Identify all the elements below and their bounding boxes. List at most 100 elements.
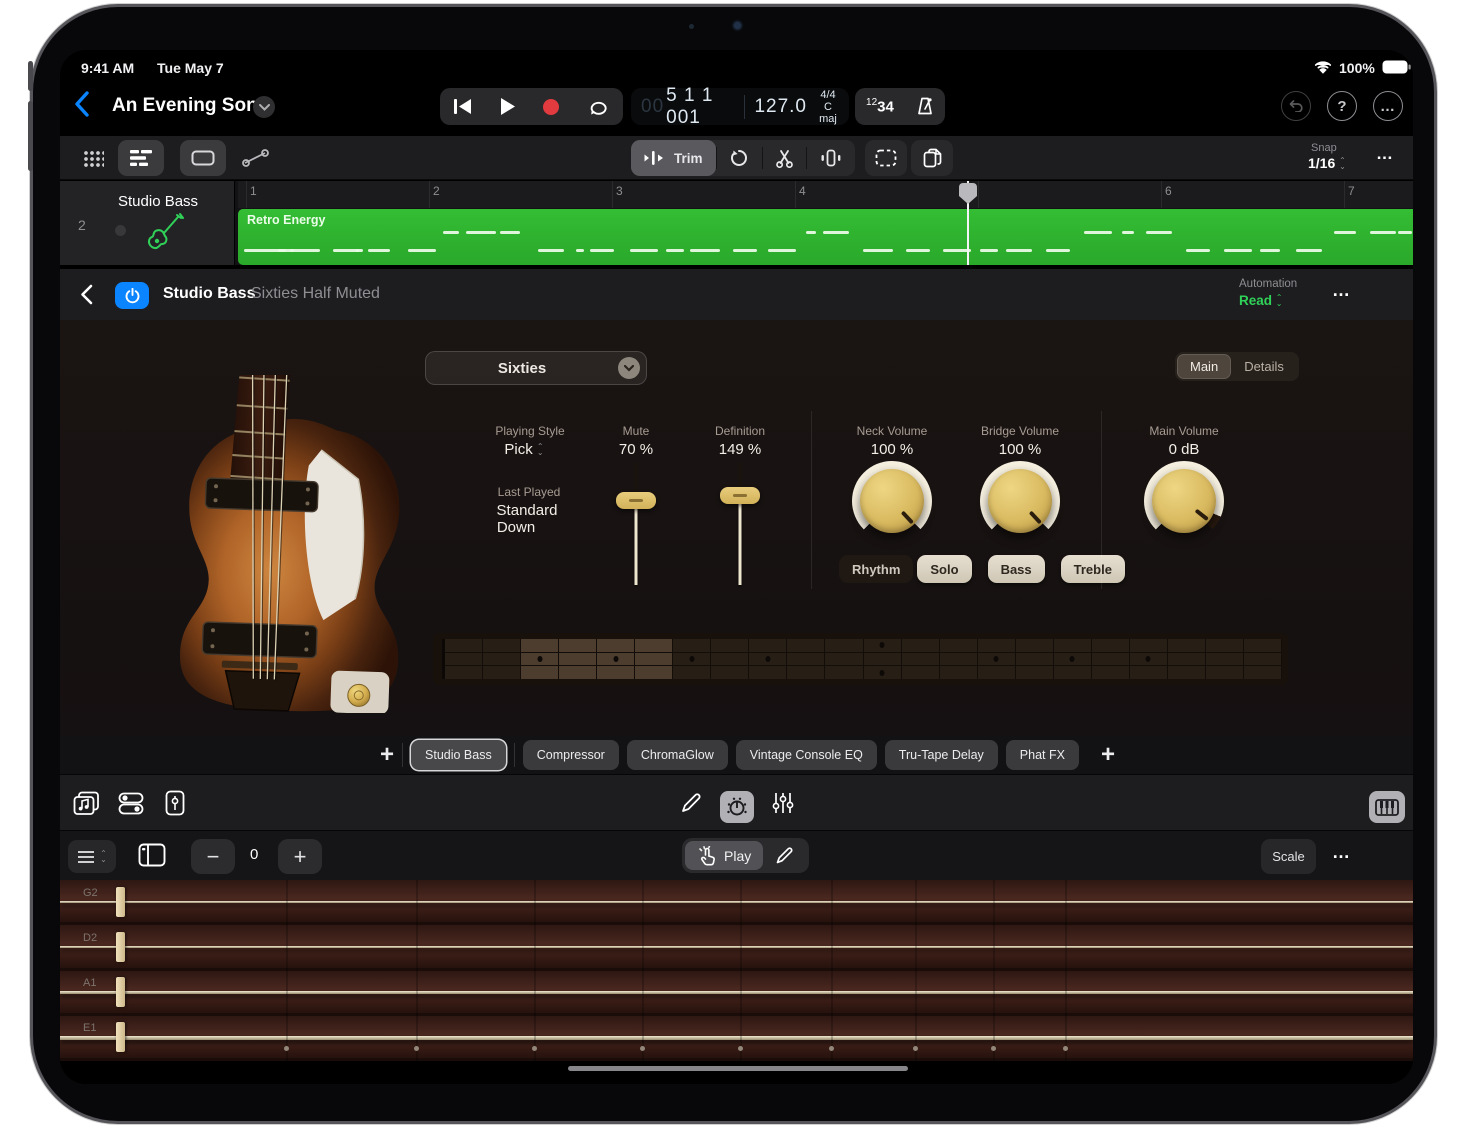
toolbar-more-button[interactable]: …	[1376, 144, 1395, 164]
plugin-chain-row: + Studio Bass Compressor ChromaGlow Vintage…	[60, 736, 1413, 774]
string-d2[interactable]	[60, 945, 1413, 949]
string-e1[interactable]	[60, 1036, 1413, 1041]
smart-controls-button[interactable]	[720, 791, 754, 823]
plugin-chain-compressor[interactable]: Compressor	[522, 740, 619, 770]
song-menu-chevron[interactable]	[253, 96, 275, 118]
region-tool-button[interactable]	[180, 140, 226, 176]
automation-button[interactable]	[232, 140, 280, 176]
main-volume-label: Main Volume	[1149, 424, 1219, 438]
lower-toolbar	[60, 774, 1413, 830]
edit-notes-button[interactable]	[763, 841, 806, 870]
mixer-button[interactable]	[118, 792, 144, 815]
automation-label: Automation	[1239, 278, 1298, 290]
automation-mode-selector[interactable]: Read ⌃ ⌄	[1239, 293, 1282, 308]
mini-fret-6	[635, 639, 674, 680]
lcd-display[interactable]: 00 5 1 1 001 127.0 4/4 C maj	[631, 85, 849, 128]
mini-fret-4	[559, 639, 598, 680]
string-a1[interactable]	[60, 991, 1413, 995]
mute-slider[interactable]	[616, 463, 656, 585]
neck-volume-value: 100 %	[870, 441, 914, 458]
mini-fret-21	[1205, 639, 1244, 680]
ruler-number: 4	[799, 184, 806, 198]
plugin-chain-vintage-console-eq[interactable]: Vintage Console EQ	[735, 740, 877, 770]
copy-button[interactable]	[911, 140, 953, 176]
plugin-more-button[interactable]: …	[1332, 280, 1352, 301]
plugin-preset-name[interactable]: Sixties Half Muted	[251, 285, 380, 303]
record-button[interactable]	[543, 98, 560, 115]
grid-icon	[82, 149, 104, 167]
neck-volume-knob[interactable]	[852, 461, 932, 541]
octave-up-button[interactable]: +	[278, 839, 322, 874]
channel-strip-button[interactable]	[772, 792, 794, 814]
browser-grid-button[interactable]	[72, 140, 114, 176]
metronome-icon[interactable]	[916, 97, 934, 116]
snap-value[interactable]: 1/16 ⌃ ⌄	[1308, 155, 1346, 171]
playing-style-selector[interactable]: Pick ⌃ ⌄	[504, 441, 543, 458]
ruler[interactable]: 1 2 3 4 6 7	[238, 181, 1413, 208]
loop-mode-button[interactable]	[716, 140, 762, 176]
home-indicator[interactable]	[568, 1066, 908, 1071]
preset-dropdown[interactable]: Sixties	[425, 351, 647, 385]
split-mode-button[interactable]	[763, 140, 806, 176]
pickup-button-bass[interactable]: Bass	[987, 555, 1045, 583]
play-button[interactable]	[500, 98, 515, 115]
ruler-number: 1	[250, 184, 257, 198]
front-camera	[734, 22, 741, 29]
octave-down-button[interactable]: −	[191, 839, 235, 874]
date: Tue May 7	[157, 60, 224, 76]
go-to-beginning-button[interactable]	[454, 99, 472, 114]
volume-down-button[interactable]	[28, 101, 33, 171]
track-status-dot[interactable]	[115, 225, 126, 236]
back-chevron-button[interactable]	[74, 91, 90, 117]
trim-mode-button[interactable]: Trim	[631, 140, 716, 176]
edit-mode-segments: Trim	[631, 140, 855, 176]
tab-main[interactable]: Main	[1177, 354, 1232, 379]
fret-marker-dot	[284, 1046, 289, 1051]
lcd-position-prefix: 00	[641, 95, 665, 117]
undo-button[interactable]	[1281, 91, 1311, 121]
sidebar-toggle-button[interactable]	[138, 843, 166, 867]
plugin-chain-studio-bass[interactable]: Studio Bass	[411, 740, 506, 770]
track-header[interactable]: 2 Studio Bass	[60, 181, 235, 265]
marquee-select-button[interactable]	[865, 140, 907, 176]
pickup-button-rhythm[interactable]: Rhythm	[839, 555, 914, 583]
play-mode-button[interactable]: Play	[685, 841, 764, 870]
add-plugin-button-left[interactable]: +	[380, 741, 394, 769]
mute-value: 70 %	[618, 441, 654, 458]
pickup-button-solo[interactable]: Solo	[917, 555, 972, 583]
more-options-button[interactable]: …	[1373, 91, 1403, 121]
add-plugin-button-right[interactable]: +	[1101, 741, 1115, 769]
help-button[interactable]: ?	[1327, 91, 1357, 121]
volume-up-button[interactable]	[28, 61, 33, 91]
lcd-key: C maj	[819, 100, 837, 125]
fret-line	[642, 880, 644, 1061]
song-title[interactable]: An Evening Song	[112, 95, 269, 117]
region-gain-button[interactable]	[807, 140, 855, 176]
power-icon	[125, 287, 139, 303]
tracks-view-button[interactable]	[118, 140, 164, 176]
plugins-button[interactable]	[165, 790, 185, 816]
count-in-button[interactable]: 1234	[866, 97, 894, 116]
string-g2[interactable]	[60, 900, 1413, 903]
main-volume-knob[interactable]	[1144, 461, 1224, 541]
pickup-button-treble[interactable]: Treble	[1060, 555, 1125, 583]
plugin-back-chevron[interactable]	[80, 284, 93, 305]
playsurface-more-button[interactable]: …	[1332, 842, 1352, 863]
mini-fretboard[interactable]	[433, 633, 1288, 685]
plugin-chain-phat-fx[interactable]: Phat FX	[1005, 740, 1079, 770]
scale-button[interactable]: Scale	[1261, 839, 1316, 874]
plugin-chain-chromaglow[interactable]: ChromaGlow	[626, 740, 728, 770]
bass-play-surface[interactable]: G2 D2 A1 E1	[60, 880, 1413, 1061]
bridge-volume-knob[interactable]	[980, 461, 1060, 541]
string-list-button[interactable]: ⌃ ⌄	[68, 840, 116, 873]
loop-browser-button[interactable]	[73, 791, 100, 816]
keyboard-view-button[interactable]	[1369, 791, 1405, 823]
plugin-power-button[interactable]	[115, 282, 149, 309]
definition-slider[interactable]	[720, 463, 760, 585]
tab-details[interactable]: Details	[1231, 354, 1297, 379]
midi-region[interactable]: Retro Energy	[238, 209, 1413, 265]
ipad-device-frame: 9:41 AM Tue May 7 100% An Evening Song 0…	[28, 4, 1437, 1124]
plugin-chain-tru-tape-delay[interactable]: Tru-Tape Delay	[884, 740, 998, 770]
edit-pencil-button[interactable]	[680, 792, 702, 814]
cycle-button[interactable]	[588, 98, 609, 115]
